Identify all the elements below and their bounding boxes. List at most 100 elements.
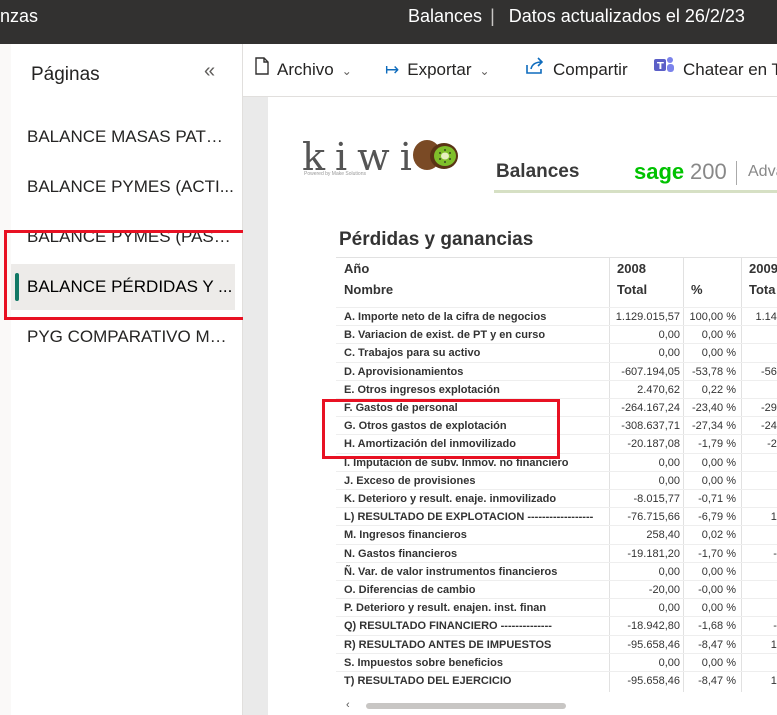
report-toolbar: Archivo ⌄ ↦ Exportar ⌄ Compartir T Chatear … bbox=[243, 44, 777, 97]
row-total-cell: -95.658,46 bbox=[627, 638, 680, 651]
name-column-header[interactable]: Nombre bbox=[344, 279, 393, 301]
sage-logo: sage bbox=[634, 159, 685, 184]
row-total-cell: 0,00 bbox=[658, 456, 680, 469]
table-row[interactable]: N. Gastos financieros -19.181,20 -1,70 % -3 bbox=[336, 543, 777, 562]
table-row[interactable]: J. Exceso de provisiones 0,00 0,00 % bbox=[336, 470, 777, 489]
app-name-fragment: nzas bbox=[0, 6, 39, 26]
kiwi-logo: kiwi Powered by Make Solutions bbox=[302, 135, 422, 179]
row-pct-cell: -53,78 % bbox=[691, 365, 736, 378]
row-total-2009-cell: 1.142 bbox=[755, 311, 777, 323]
row-total-2009-cell: 12 bbox=[770, 675, 777, 687]
sage-200-label: 200 bbox=[690, 159, 727, 184]
exportar-menu[interactable]: ↦ Exportar ⌄ bbox=[385, 44, 490, 96]
horizontal-scrollbar[interactable]: ‹ bbox=[336, 699, 777, 713]
row-name-cell: O. Diferencias de cambio bbox=[344, 584, 476, 596]
table-row[interactable]: E. Otros ingresos explotación 2.470,62 0,2… bbox=[336, 379, 777, 399]
export-arrow-icon: ↦ bbox=[385, 60, 400, 79]
total-2009-column-header[interactable]: Tota bbox=[749, 279, 775, 301]
row-name-cell: Q) RESULTADO FINANCIERO -------------- bbox=[344, 620, 552, 633]
report-name: Balances bbox=[408, 6, 483, 26]
report-tab-title: Balances bbox=[496, 161, 580, 182]
row-name-cell: B. Variacion de exist. de PT y en curso bbox=[344, 329, 546, 342]
year-2009-header[interactable]: 2009 bbox=[749, 258, 777, 280]
table-row[interactable]: L) RESULTADO DE EXPLOTACION ------------… bbox=[336, 507, 777, 525]
row-total-cell: 0,00 bbox=[658, 329, 680, 342]
table-row[interactable]: K. Deterioro y result. enaje. inmoviliza… bbox=[336, 489, 777, 507]
row-total-cell: 0,00 bbox=[658, 474, 680, 487]
row-pct-cell: 100,00 % bbox=[689, 311, 736, 323]
logo-tagline: Powered by Make Solutions bbox=[304, 171, 366, 177]
exportar-label: Exportar bbox=[407, 60, 472, 79]
row-total-2009-cell: 15 bbox=[770, 511, 777, 524]
chevron-down-icon: ⌄ bbox=[341, 64, 352, 78]
row-pct-cell: -8,47 % bbox=[698, 638, 736, 651]
row-pct-cell: -1,79 % bbox=[698, 438, 736, 451]
table-row[interactable]: P. Deterioro y result. enajen. inst. fin… bbox=[336, 598, 777, 616]
row-total-cell: -264.167,24 bbox=[621, 402, 680, 414]
row-total-cell: 0,00 bbox=[658, 347, 680, 360]
row-pct-cell: 0,00 % bbox=[701, 456, 736, 469]
row-total-cell: -308.637,71 bbox=[621, 420, 680, 433]
row-name-cell: P. Deterioro y result. enajen. inst. fin… bbox=[344, 602, 547, 615]
table-row[interactable]: B. Variacion de exist. de PT y en curso 0… bbox=[336, 325, 777, 343]
row-total-cell: 2.470,62 bbox=[637, 383, 680, 396]
page-item-pyg-comparativo[interactable]: PYG COMPARATIVO ME... bbox=[11, 314, 235, 360]
chatear-teams-button[interactable]: T Chatear en T bbox=[653, 44, 777, 96]
row-total-2009-cell: 1 bbox=[743, 381, 777, 399]
row-pct-cell: -0,00 % bbox=[698, 584, 736, 596]
row-total-cell: -20,00 bbox=[648, 584, 680, 596]
row-name-cell: D. Aprovisionamientos bbox=[344, 365, 464, 378]
report-status: Balances | Datos actualizados el 26/2/23 bbox=[408, 0, 745, 32]
teams-icon: T bbox=[653, 44, 675, 96]
top-bar: nzas Balances | Datos actualizados el 26/2… bbox=[0, 0, 777, 44]
row-pct-cell: 0,02 % bbox=[701, 529, 736, 542]
table-row[interactable]: C. Trabajos para su activo 0,00 0,00 % bbox=[336, 343, 777, 361]
table-row[interactable]: O. Diferencias de cambio -20,00 -0,00 % bbox=[336, 580, 777, 598]
report-title: Pérdidas y ganancias bbox=[339, 229, 534, 250]
svg-text:T: T bbox=[657, 61, 664, 72]
page-item-balance-pymes-activo[interactable]: BALANCE PYMES (ACTI... bbox=[11, 164, 235, 210]
scrollbar-thumb[interactable] bbox=[366, 703, 566, 709]
row-name-cell: A. Importe neto de la cifra de negocios bbox=[344, 311, 547, 323]
column-header-row: Nombre Total % Tota bbox=[336, 279, 777, 308]
table-row[interactable]: M. Ingresos financieros 258,40 0,02 % bbox=[336, 525, 777, 543]
table-row[interactable]: T) RESULTADO DEL EJERCICIO -95.658,46 -8,4… bbox=[336, 671, 777, 689]
highlight-box-rows bbox=[322, 399, 560, 459]
row-pct-cell: -1,70 % bbox=[698, 547, 736, 560]
row-pct-cell: 0,00 % bbox=[701, 474, 736, 487]
collapse-pane-icon[interactable]: « bbox=[204, 60, 215, 83]
pct-column-header[interactable]: % bbox=[691, 279, 703, 301]
table-row[interactable]: Ñ. Var. de valor instrumentos financiero… bbox=[336, 561, 777, 580]
data-updated-text[interactable]: Datos actualizados el 26/2/23 bbox=[509, 6, 745, 26]
row-total-2009-cell: -3 bbox=[773, 547, 777, 560]
page-item-balance-masas[interactable]: BALANCE MASAS PATRI... bbox=[11, 114, 235, 160]
chatear-label: Chatear en T bbox=[683, 60, 777, 79]
title-separator: | bbox=[490, 6, 495, 26]
row-name-cell: N. Gastos financieros bbox=[344, 547, 458, 560]
highlight-box-active-page bbox=[4, 230, 251, 320]
row-total-cell: 0,00 bbox=[658, 565, 680, 578]
table-row[interactable]: S. Impuestos sobre beneficios 0,00 0,00 % bbox=[336, 652, 777, 671]
table-row[interactable]: R) RESULTADO ANTES DE IMPUESTOS -95.658,4… bbox=[336, 634, 777, 653]
row-total-cell: -95.658,46 bbox=[627, 675, 680, 687]
table-row[interactable]: Q) RESULTADO FINANCIERO -------------- -1… bbox=[336, 616, 777, 634]
row-name-cell: L) RESULTADO DE EXPLOTACION ------------… bbox=[344, 511, 594, 524]
row-name-cell: T) RESULTADO DEL EJERCICIO bbox=[344, 675, 512, 687]
table-row[interactable]: A. Importe neto de la cifra de negocios 1… bbox=[336, 307, 777, 325]
compartir-button[interactable]: Compartir bbox=[525, 44, 628, 96]
archivo-menu[interactable]: Archivo ⌄ bbox=[255, 44, 352, 96]
row-pct-cell: -1,68 % bbox=[698, 620, 736, 633]
row-pct-cell: 0,00 % bbox=[701, 656, 736, 669]
row-total-2009-cell: -567 bbox=[760, 365, 777, 378]
row-pct-cell: -8,47 % bbox=[698, 675, 736, 687]
row-total-cell: 258,40 bbox=[646, 529, 680, 542]
row-pct-cell: 0,00 % bbox=[701, 565, 736, 578]
row-pct-cell: 0,00 % bbox=[701, 329, 736, 342]
kiwi-fruit-icon bbox=[412, 137, 462, 178]
row-name-cell: S. Impuestos sobre beneficios bbox=[344, 656, 503, 669]
total-column-header[interactable]: Total bbox=[617, 279, 647, 301]
scroll-left-icon[interactable]: ‹ bbox=[346, 699, 350, 711]
year-header-label: Año bbox=[344, 261, 370, 276]
year-2008-header[interactable]: 2008 bbox=[617, 258, 646, 280]
table-row[interactable]: D. Aprovisionamientos -607.194,05 -53,78 %… bbox=[336, 361, 777, 380]
